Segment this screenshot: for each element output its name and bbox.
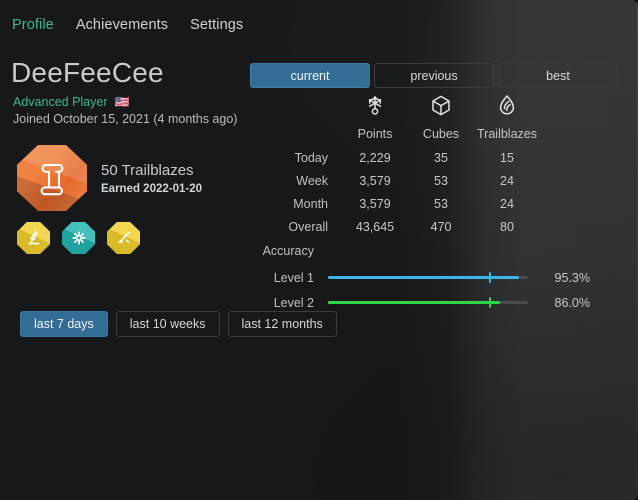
cell-month-trailblazes: 24	[500, 196, 514, 211]
cell-today-trailblazes: 15	[500, 150, 514, 165]
row-label-today: Today	[294, 150, 328, 165]
cell-overall-cubes: 470	[430, 219, 452, 234]
mini-badge-list	[17, 222, 140, 254]
country-flag-icon: 🇺🇸	[114, 95, 130, 109]
stats-icon-row	[250, 92, 540, 122]
tab-previous[interactable]: previous	[374, 63, 494, 88]
nav-item-profile[interactable]: Profile	[12, 17, 54, 33]
cell-month-points: 3,579	[359, 196, 391, 211]
accuracy-label-level-2: Level 2	[273, 295, 314, 310]
snowflake-icon	[342, 92, 408, 122]
player-rank: Advanced Player	[13, 95, 108, 109]
flame-icon	[474, 92, 540, 122]
table-row: Overall 43,645 470 80	[250, 215, 540, 238]
stats-table: Points Cubes Trailblazes Today 2,229 35 …	[250, 92, 540, 238]
rays-icon[interactable]	[107, 222, 140, 254]
featured-badge-date: Earned 2022-01-20	[101, 182, 203, 195]
table-row: Today 2,229 35 15	[250, 146, 540, 169]
player-rank-line: Advanced Player 🇺🇸	[13, 95, 129, 109]
row-label-overall: Overall	[288, 219, 328, 234]
page-title: DeeFeeCee	[11, 57, 164, 88]
cell-month-cubes: 53	[434, 196, 448, 211]
accuracy-section: Accuracy Level 1 95.3% Level 2 86.0%	[250, 244, 590, 315]
nav-item-achievements[interactable]: Achievements	[76, 17, 168, 33]
accuracy-title: Accuracy	[262, 244, 314, 258]
cell-today-cubes: 35	[434, 150, 448, 165]
scroll-icon	[17, 145, 87, 211]
period-tab-group: current previous best	[250, 63, 618, 88]
table-row: Week 3,579 53 24	[250, 169, 540, 192]
tab-best[interactable]: best	[498, 63, 618, 88]
featured-badge[interactable]: 50 Trailblazes Earned 2022-01-20	[17, 145, 202, 211]
nav-item-settings[interactable]: Settings	[190, 17, 243, 33]
range-button-last-7-days[interactable]: last 7 days	[20, 311, 108, 337]
featured-badge-text: 50 Trailblazes Earned 2022-01-20	[101, 162, 202, 195]
column-header-trailblazes: Trailblazes	[477, 127, 537, 141]
accuracy-percent-level-2: 86.0%	[554, 295, 590, 310]
cell-week-points: 3,579	[359, 173, 391, 188]
accuracy-marker-level-1	[489, 272, 491, 283]
row-label-month: Month	[293, 196, 328, 211]
profile-window: Profile Achievements Settings DeeFeeCee …	[0, 0, 638, 500]
accuracy-label-level-1: Level 1	[273, 270, 314, 285]
column-header-cubes: Cubes	[422, 127, 460, 141]
featured-badge-title: 50 Trailblazes	[101, 161, 194, 179]
accuracy-bar-level-2	[328, 297, 528, 308]
stats-header-row: Points Cubes Trailblazes	[250, 122, 540, 146]
cell-overall-trailblazes: 80	[500, 219, 514, 234]
joined-date: Joined October 15, 2021 (4 months ago)	[13, 112, 238, 126]
table-row: Month 3,579 53 24	[250, 192, 540, 215]
main-nav: Profile Achievements Settings	[12, 17, 243, 33]
cell-week-trailblazes: 24	[500, 173, 514, 188]
starburst-icon[interactable]	[62, 222, 95, 254]
range-button-last-10-weeks[interactable]: last 10 weeks	[115, 311, 220, 337]
column-header-points: Points	[357, 127, 393, 141]
cube-icon	[408, 92, 474, 122]
accuracy-row-level-1: Level 1 95.3%	[250, 265, 590, 290]
tab-current[interactable]: current	[250, 63, 370, 88]
cell-today-points: 2,229	[359, 150, 391, 165]
accuracy-bar-level-1	[328, 272, 528, 283]
accuracy-row-level-2: Level 2 86.0%	[250, 290, 590, 315]
row-label-week: Week	[296, 173, 328, 188]
accuracy-marker-level-2	[489, 297, 491, 308]
cell-week-cubes: 53	[434, 173, 448, 188]
accuracy-percent-level-1: 95.3%	[554, 270, 590, 285]
cell-overall-points: 43,645	[355, 219, 395, 234]
accuracy-fill-level-2	[328, 301, 500, 304]
microscope-icon[interactable]	[17, 222, 50, 254]
